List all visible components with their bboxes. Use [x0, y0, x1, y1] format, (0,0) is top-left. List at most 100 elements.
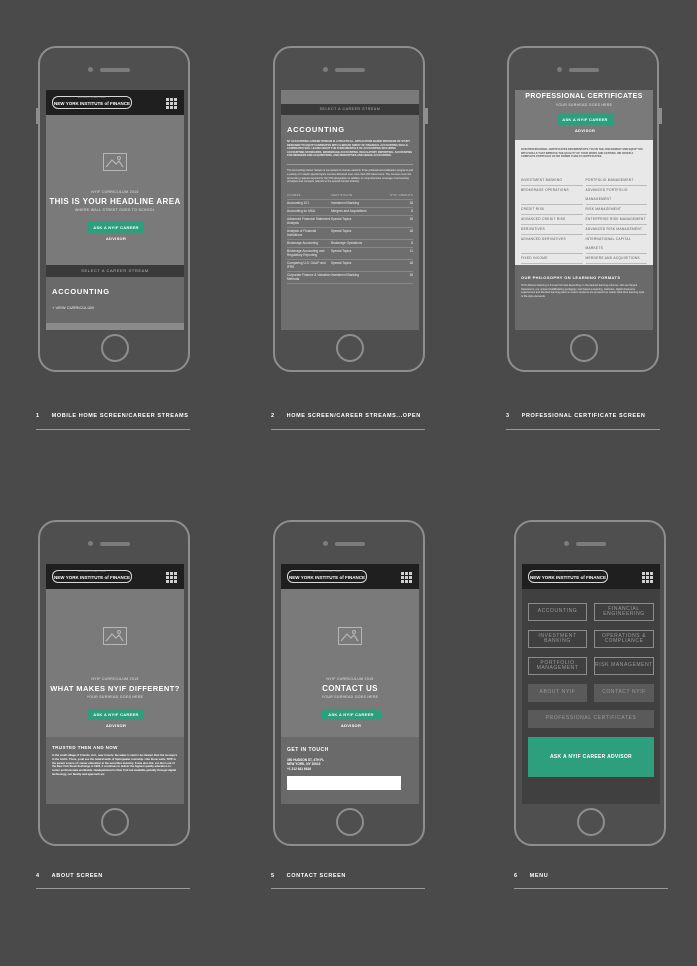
speaker-slot — [100, 542, 130, 546]
caption-label: HOME SCREEN/CAREER STREAMS...OPEN — [286, 413, 421, 419]
table-row: Corporate Finance & Valuation Methods Inv… — [287, 271, 413, 284]
phone-number[interactable]: +1 212 641 6616 — [287, 767, 413, 771]
phone-mockup-menu: ESTABLISHED 1922 NEW YORK INSTITUTE of F… — [514, 520, 666, 846]
camera-dot — [557, 67, 562, 72]
table-cell: 11 — [380, 247, 413, 260]
menu-grid-icon[interactable] — [401, 572, 412, 583]
career-advisor-button[interactable]: ASK A NYIF CAREER ADVISOR — [88, 709, 144, 728]
career-advisor-button[interactable]: ASK A NYIF CAREER ADVISOR — [88, 222, 144, 241]
caption-label: MOBILE HOME SCREEN/CAREER STREAMS — [51, 413, 189, 419]
table-header-row: COURSE CERTIFICATE NYIF CREDITS — [287, 191, 413, 200]
table-cell: 8 — [380, 239, 413, 248]
caption-number: 5 — [271, 873, 275, 879]
caption-2: 2 HOME SCREEN/CAREER STREAMS...OPEN — [271, 413, 421, 419]
logo-name: NEW YORK INSTITUTE of FINANCE — [530, 575, 606, 580]
image-placeholder-icon — [103, 627, 127, 645]
logo-established: ESTABLISHED 1922 — [312, 570, 342, 573]
caption-number: 1 — [36, 413, 40, 419]
certificate-item[interactable]: ADVANCED RISK MANAGEMENT — [585, 225, 647, 235]
menu-financial-engineering[interactable]: FINANCIAL ENGINEERING — [594, 603, 654, 621]
menu-grid-icon[interactable] — [642, 572, 653, 583]
career-advisor-button[interactable]: ASK A NYIF CAREER ADVISOR — [528, 737, 654, 777]
table-cell: Brokerage Operations — [331, 239, 381, 248]
intro-text: OUR PROFESSIONAL CERTIFICATES DIFFERENTI… — [521, 148, 643, 159]
table-row: Accounting 101 Investment Banking 18 — [287, 199, 413, 208]
certificate-item[interactable]: RISK MANAGEMENT — [585, 205, 647, 215]
certificate-item[interactable]: FIXED INCOME — [521, 254, 583, 264]
menu-grid-icon[interactable] — [166, 572, 177, 583]
logo-name: NEW YORK INSTITUTE of FINANCE — [54, 575, 130, 580]
eyebrow-text: NYIF CURRICULUM 2015 — [326, 677, 374, 681]
logo-established: ESTABLISHED 1922 — [77, 96, 107, 99]
certificate-item[interactable]: ENTERPRISE RISK MANAGEMENT — [585, 215, 647, 225]
certificate-item[interactable]: PORTFOLIO MANAGEMENT — [585, 176, 647, 186]
table-cell: Special Topics — [331, 247, 381, 260]
home-button — [101, 334, 129, 362]
menu-about-nyif[interactable]: ABOUT NYIF — [528, 684, 587, 702]
menu-investment-banking[interactable]: INVESTMENT BANKING — [528, 630, 587, 648]
table-cell: Special Topics — [331, 227, 381, 240]
caption-underline — [36, 888, 190, 889]
caption-6: 6 MENU — [514, 873, 548, 879]
career-advisor-button[interactable]: ASK A NYIF CAREER ADVISOR — [557, 114, 613, 133]
hero-area: NYIF CURRICULUM 2015 CONTACT US YOUR SUR… — [281, 589, 419, 737]
select-stream-bar[interactable]: SELECT A CAREER STREAM — [46, 265, 184, 277]
home-button — [336, 808, 364, 836]
table-cell: Special Topics — [331, 215, 381, 228]
certificate-item[interactable]: INVESTMENT BANKING — [521, 176, 583, 186]
table-cell: 18 — [380, 227, 413, 240]
table-cell: 18 — [380, 259, 413, 272]
caption-number: 2 — [271, 413, 275, 419]
certificate-item[interactable]: MERGERS AND ACQUISITIONS — [585, 254, 647, 264]
table-cell: Investment Banking — [331, 199, 381, 208]
body-text: In the small village of Criesde, Ant., n… — [52, 754, 178, 776]
section-title: GET IN TOUCH — [287, 747, 329, 753]
certificate-item[interactable]: ADVANCED PORTFOLIO MANAGEMENT — [585, 186, 647, 205]
table-row: Advanced Financial Statement Analysis Spe… — [287, 215, 413, 228]
headline: WHAT MAKES NYIF DIFFERENT? — [50, 684, 180, 693]
section-title: TRUSTED THEN AND NOW — [52, 745, 118, 750]
certificate-item[interactable]: INTERNATIONAL CAPITAL MARKETS — [585, 235, 647, 254]
headline: CONTACT US — [322, 684, 378, 693]
hero-area: NYIF CURRICULUM 2015 WHAT MAKES NYIF DIF… — [46, 589, 184, 737]
speaker-slot — [569, 68, 599, 72]
hero-area: NYIF CURRICULUM 2015 THIS IS YOUR HEADLI… — [46, 115, 184, 265]
table-cell: Advanced Financial Statement Analysis — [287, 215, 331, 228]
caption-underline — [271, 429, 425, 430]
menu-operations-compliance[interactable]: OPERATIONS & COMPLIANCE — [594, 630, 654, 648]
intro-text: NY ACCOUNTING CAREER STREAM IS A PRACTIC… — [287, 140, 413, 158]
section-title: ACCOUNTING — [52, 287, 110, 296]
caption-underline — [514, 888, 668, 889]
speaker-slot — [335, 68, 365, 72]
certificate-item[interactable]: CREDIT RISK — [521, 205, 583, 215]
menu-accounting[interactable]: ACCOUNTING — [528, 603, 587, 621]
view-curriculum-link[interactable]: + VIEW CURRICULUM — [52, 305, 178, 310]
table-row: Analysis of Financial Institutions Specia… — [287, 227, 413, 240]
menu-professional-certificates[interactable]: PROFESSIONAL CERTIFICATES — [528, 710, 654, 728]
nyif-logo[interactable]: ESTABLISHED 1922 NEW YORK INSTITUTE of F… — [52, 96, 132, 109]
nyif-logo[interactable]: ESTABLISHED 1922 NEW YORK INSTITUTE of F… — [287, 570, 367, 583]
table-header: COURSE — [287, 191, 331, 200]
certificate-item[interactable]: DERIVATIVES — [521, 225, 583, 235]
nyif-logo[interactable]: ESTABLISHED 1922 NEW YORK INSTITUTE of F… — [528, 570, 608, 583]
certificate-item[interactable]: BROKERAGE OPERATIONS — [521, 186, 583, 205]
nyif-logo[interactable]: ESTABLISHED 1922 NEW YORK INSTITUTE of F… — [52, 570, 132, 583]
menu-risk-management[interactable]: RISK MANAGEMENT — [594, 657, 654, 675]
speaker-slot — [335, 542, 365, 546]
caption-underline — [506, 429, 660, 430]
menu-portfolio-management[interactable]: PORTFOLIO MANAGEMENT — [528, 657, 587, 675]
phone-mockup-streams-open: SELECT A CAREER STREAM ACCOUNTING NY ACC… — [273, 46, 428, 372]
menu-contact-nyif[interactable]: CONTACT NYIF — [594, 684, 654, 702]
phone-mockup-about: ESTABLISHED 1922 NEW YORK INSTITUTE of F… — [38, 520, 190, 846]
table-header: NYIF CREDITS — [380, 191, 413, 200]
select-stream-bar[interactable]: SELECT A CAREER STREAM — [281, 104, 419, 115]
certificate-item[interactable]: ADVANCED CREDIT RISK — [521, 215, 583, 225]
table-cell: Accounting 101 — [287, 199, 331, 208]
career-advisor-button[interactable]: ASK A NYIF CAREER ADVISOR — [321, 709, 381, 728]
certificate-item[interactable]: ADVANCED DERIVATIVES — [521, 235, 583, 254]
contact-input-field[interactable] — [287, 775, 401, 790]
logo-name: NEW YORK INSTITUTE of FINANCE — [289, 575, 365, 580]
caption-label: MENU — [529, 873, 549, 879]
speaker-slot — [576, 542, 606, 546]
menu-grid-icon[interactable] — [166, 98, 177, 109]
